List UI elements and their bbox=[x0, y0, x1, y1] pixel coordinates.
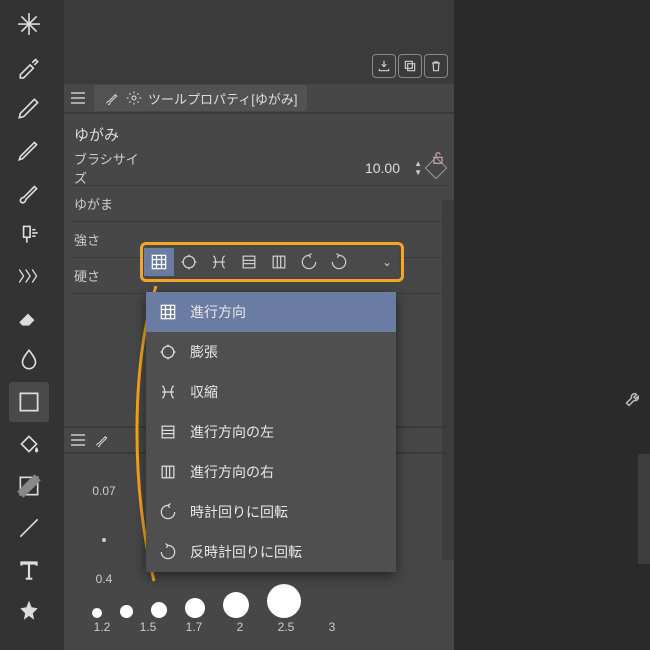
brush-icon bbox=[94, 432, 110, 448]
distort-mode-selector[interactable]: ⌄ bbox=[144, 247, 398, 277]
dropdown-label: 進行方向の左 bbox=[190, 422, 274, 442]
brush-preset-label: 2.5 bbox=[272, 620, 300, 634]
panel-header: ツールプロパティ[ゆがみ] bbox=[64, 84, 454, 114]
preset-label[interactable]: 0.07 bbox=[92, 484, 115, 498]
decoration-tool-icon[interactable] bbox=[9, 256, 49, 296]
mode-icon-ccw bbox=[156, 540, 180, 564]
small-brush-presets: 0.07 0.4 bbox=[64, 484, 144, 586]
pencil-tool-icon[interactable] bbox=[9, 130, 49, 170]
scrollbar[interactable] bbox=[638, 454, 650, 564]
preset-dot-icon bbox=[102, 538, 106, 542]
mode-icon-pinch bbox=[156, 380, 180, 404]
brush-preset-dot[interactable] bbox=[185, 598, 205, 618]
dropdown-item-cw[interactable]: 時計回りに回転 bbox=[146, 492, 396, 532]
property-title: ゆがみ bbox=[70, 122, 448, 150]
mode-icon-left bbox=[156, 420, 180, 444]
menu-icon[interactable] bbox=[68, 88, 88, 108]
dropdown-item-ccw[interactable]: 反時計回りに回転 bbox=[146, 532, 396, 572]
brush-preset-dot[interactable] bbox=[92, 608, 102, 618]
panel-title: ツールプロパティ[ゆがみ] bbox=[148, 89, 297, 108]
mode-icon-right bbox=[156, 460, 180, 484]
mode-icon-pinch[interactable] bbox=[204, 248, 234, 276]
dropdown-label: 進行方向 bbox=[190, 302, 246, 322]
trash-icon[interactable] bbox=[424, 54, 448, 78]
mode-icon-ccw[interactable] bbox=[324, 248, 354, 276]
airbrush-tool-icon[interactable] bbox=[9, 214, 49, 254]
figure-tool-icon[interactable] bbox=[9, 508, 49, 548]
mode-icon-forward[interactable] bbox=[144, 248, 174, 276]
rotate-handle-icon[interactable] bbox=[425, 156, 448, 179]
import-icon[interactable] bbox=[372, 54, 396, 78]
brush-size-row: ブラシサイズ 10.00 ▲▼ bbox=[70, 150, 448, 186]
dropdown-item-left[interactable]: 進行方向の左 bbox=[146, 412, 396, 452]
distort-mode-row: ゆがま bbox=[70, 186, 448, 222]
brush-labels-row: 1.2 1.5 1.7 2 2.5 3 bbox=[64, 618, 454, 634]
brush-preset-strip: 1.2 1.5 1.7 2 2.5 3 bbox=[64, 576, 454, 634]
brush-preset-dot[interactable] bbox=[151, 602, 167, 618]
dropdown-item-pinch[interactable]: 収縮 bbox=[146, 372, 396, 412]
brush-tool-icon[interactable] bbox=[9, 172, 49, 212]
brush-preset-dot[interactable] bbox=[267, 584, 301, 618]
mode-icon-forward bbox=[156, 300, 180, 324]
dropdown-label: 時計回りに回転 bbox=[190, 502, 288, 522]
dropdown-item-expand[interactable]: 膨張 bbox=[146, 332, 396, 372]
wrench-icon[interactable] bbox=[624, 388, 644, 408]
dropdown-label: 膨張 bbox=[190, 342, 218, 362]
sparkle-tool-icon[interactable] bbox=[9, 4, 49, 44]
brush-preset-label: 3 bbox=[318, 620, 346, 634]
mode-icon-left[interactable] bbox=[234, 248, 264, 276]
panel-tab[interactable]: ツールプロパティ[ゆがみ] bbox=[94, 85, 307, 111]
brush-icon bbox=[104, 90, 120, 106]
brush-size-label: ブラシサイズ bbox=[74, 149, 142, 187]
duplicate-icon[interactable] bbox=[398, 54, 422, 78]
mode-icon-cw[interactable] bbox=[294, 248, 324, 276]
dropdown-label: 進行方向の右 bbox=[190, 462, 274, 482]
distort-label: ゆがま bbox=[74, 194, 142, 213]
blend-tool-icon[interactable] bbox=[9, 340, 49, 380]
brush-preset-label: 1.5 bbox=[134, 620, 162, 634]
liquify-tool-icon[interactable] bbox=[9, 382, 49, 422]
gear-icon bbox=[126, 90, 142, 106]
brush-preset-dot[interactable] bbox=[223, 592, 249, 618]
dropdown-item-forward[interactable]: 進行方向 bbox=[146, 292, 396, 332]
chevron-down-icon[interactable]: ⌄ bbox=[382, 255, 392, 269]
scrollbar[interactable] bbox=[442, 200, 454, 560]
brush-preset-label: 2 bbox=[226, 620, 254, 634]
eraser-tool-icon[interactable] bbox=[9, 298, 49, 338]
pen-tool-icon[interactable] bbox=[9, 88, 49, 128]
dropdown-item-right[interactable]: 進行方向の右 bbox=[146, 452, 396, 492]
text-tool-icon[interactable] bbox=[9, 550, 49, 590]
effect-tool-icon[interactable] bbox=[9, 592, 49, 632]
mode-icon-right[interactable] bbox=[264, 248, 294, 276]
eyedropper-tool-icon[interactable] bbox=[9, 46, 49, 86]
strength-label: 強さ bbox=[74, 230, 142, 249]
left-toolbar bbox=[0, 0, 58, 650]
brush-preset-label: 1.7 bbox=[180, 620, 208, 634]
hardness-label: 硬さ bbox=[74, 266, 142, 285]
brush-preset-label: 1.2 bbox=[88, 620, 116, 634]
mode-icon-cw bbox=[156, 500, 180, 524]
blank-area bbox=[454, 0, 650, 650]
brush-dots-row bbox=[64, 576, 454, 618]
menu-icon[interactable] bbox=[68, 430, 88, 450]
brush-preset-dot[interactable] bbox=[120, 605, 133, 618]
fill-tool-icon[interactable] bbox=[9, 424, 49, 464]
brush-size-value[interactable]: 10.00 bbox=[365, 160, 400, 176]
dropdown-label: 収縮 bbox=[190, 382, 218, 402]
mode-icon-expand[interactable] bbox=[174, 248, 204, 276]
mode-icon-expand bbox=[156, 340, 180, 364]
spinner-icon[interactable]: ▲▼ bbox=[414, 159, 422, 177]
preview-area bbox=[64, 0, 454, 84]
distort-mode-dropdown: 進行方向 膨張 収縮 進行方向の左 進行方向の右 時計回りに回転 反時計回りに回… bbox=[146, 292, 396, 572]
dropdown-label: 反時計回りに回転 bbox=[190, 542, 302, 562]
gradient-tool-icon[interactable] bbox=[9, 466, 49, 506]
